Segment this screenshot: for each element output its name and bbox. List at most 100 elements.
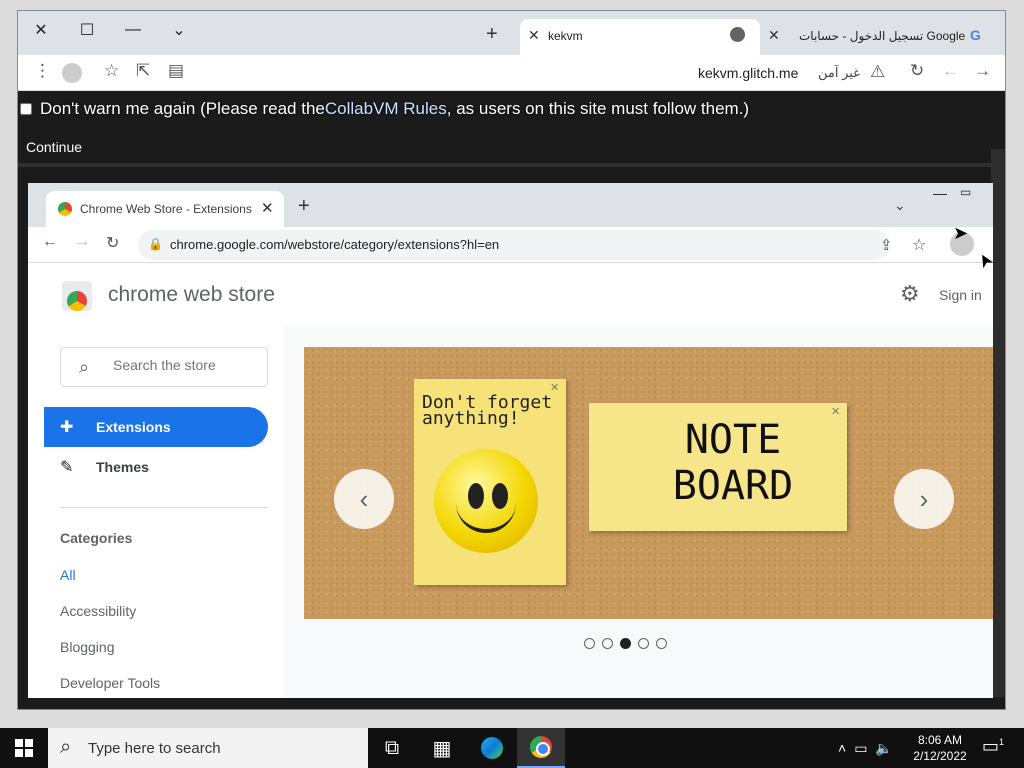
warning-text-after: , as users on this site must follow them…: [446, 99, 750, 118]
store-search-input[interactable]: [113, 357, 263, 373]
google-icon: G: [970, 27, 981, 43]
continue-button[interactable]: Continue: [26, 139, 82, 155]
close-tab-icon[interactable]: ✕: [528, 27, 540, 44]
network-icon[interactable]: ▭: [854, 740, 867, 757]
featured-banner[interactable]: ✕ Don't forget anything! ✕ NOTE BOARD ‹ …: [304, 347, 993, 619]
store-search-box[interactable]: ⌕: [60, 347, 268, 387]
sign-in-link[interactable]: Sign in: [939, 287, 982, 303]
carousel-dot[interactable]: [656, 638, 667, 649]
close-tab-icon[interactable]: ✕: [261, 199, 274, 217]
carousel-dot[interactable]: [584, 638, 595, 649]
webstore-sidebar: ⌕ ✚ Extensions ✎ Themes Categories All A…: [28, 327, 284, 698]
vm-scrollbar[interactable]: [991, 149, 1005, 697]
webstore-favicon-icon: [58, 202, 72, 216]
edge-button[interactable]: [468, 728, 516, 768]
forward-icon[interactable]: ←: [942, 61, 959, 81]
dont-warn-checkbox[interactable]: [20, 103, 32, 115]
webstore-main: ✕ Don't forget anything! ✕ NOTE BOARD ‹ …: [284, 327, 993, 698]
webstore-header: chrome web store ⚙ Sign in: [28, 263, 993, 327]
category-accessibility[interactable]: Accessibility: [60, 603, 136, 619]
chrome-icon: [530, 736, 552, 758]
brush-icon: ✎: [60, 459, 74, 476]
tab-search-icon[interactable]: ⌄: [156, 15, 202, 45]
collabvm-rules-link[interactable]: CollabVM Rules: [325, 99, 447, 119]
reload-icon[interactable]: ↻: [910, 61, 924, 81]
sidebar-item-label: Extensions: [96, 419, 171, 435]
category-all[interactable]: All: [60, 567, 76, 583]
gear-icon[interactable]: ⚙: [900, 281, 920, 307]
notification-icon[interactable]: ▭1: [982, 736, 1004, 757]
note-text: NOTE BOARD: [672, 417, 794, 509]
notification-count: 1: [999, 737, 1005, 747]
warning-icon[interactable]: ⚠: [870, 62, 885, 82]
outer-toolbar: ⋮ ☆ ⇱ ▤ kekvm.glitch.me غير آمن ⚠ ↻ ← →: [18, 55, 1005, 91]
outer-browser-window: ✕ ☐ — ⌄ + ✕ kekvm ✕ تسجيل الدخول - حسابا…: [17, 10, 1006, 710]
tab-title: kekvm: [548, 29, 583, 43]
tab-chrome-web-store[interactable]: Chrome Web Store - Extensions ✕: [46, 191, 284, 227]
carousel-dot[interactable]: [620, 638, 631, 649]
address-url[interactable]: kekvm.glitch.me: [698, 65, 798, 81]
tab-google-signin[interactable]: ✕ تسجيل الدخول - حسابات Google G: [763, 19, 993, 55]
task-view-button[interactable]: ⧉: [368, 728, 416, 768]
carousel-dot[interactable]: [638, 638, 649, 649]
profile-icon[interactable]: [62, 63, 82, 83]
category-developer-tools[interactable]: Developer Tools: [60, 675, 160, 691]
clock[interactable]: 8:06 AM 2/12/2022: [905, 732, 975, 764]
close-window-icon[interactable]: ✕: [18, 15, 64, 45]
address-url[interactable]: chrome.google.com/webstore/category/exte…: [170, 237, 499, 252]
file-explorer-icon[interactable]: ▦: [418, 728, 466, 768]
category-blogging[interactable]: Blogging: [60, 639, 115, 655]
minimize-window-icon[interactable]: —: [933, 185, 947, 201]
search-icon: ⌕: [60, 736, 72, 758]
sticky-note-board: ✕ NOTE BOARD: [589, 403, 847, 531]
chrome-button[interactable]: [517, 728, 565, 768]
sidebar-item-themes[interactable]: ✎ Themes: [44, 447, 268, 487]
tab-title: تسجيل الدخول - حسابات Google: [799, 29, 966, 43]
windows-icon: [15, 739, 33, 757]
globe-icon: [730, 27, 745, 42]
tab-search-icon[interactable]: ⌄: [894, 197, 906, 214]
smiley-mouth: [456, 499, 516, 533]
note-text: Don't forget anything!: [422, 392, 553, 429]
divider: [60, 507, 268, 508]
volume-muted-icon[interactable]: 🔈: [875, 740, 892, 757]
maximize-window-icon[interactable]: ☐: [64, 15, 110, 45]
webstore-logo-icon[interactable]: [62, 281, 92, 311]
share-icon[interactable]: ⇪: [880, 236, 893, 254]
carousel-prev-button[interactable]: ‹: [334, 469, 394, 529]
webstore-name[interactable]: chrome web store: [108, 283, 275, 307]
vm-screen-chrome-window[interactable]: Chrome Web Store - Extensions ✕ + ⌄ — ▭ …: [28, 183, 993, 698]
carousel-next-button[interactable]: ›: [894, 469, 954, 529]
lock-icon[interactable]: 🔒: [148, 237, 163, 251]
omnibox[interactable]: 🔒 chrome.google.com/webstore/category/ex…: [138, 230, 926, 260]
tab-kekvm[interactable]: ✕ kekvm: [520, 19, 760, 55]
carousel-dot[interactable]: [602, 638, 613, 649]
edge-icon: [481, 737, 503, 759]
taskbar-search[interactable]: ⌕ Type here to search: [48, 728, 368, 768]
menu-icon[interactable]: ⋮: [34, 61, 51, 81]
tab-title: Chrome Web Store - Extensions: [80, 202, 252, 216]
start-button[interactable]: [0, 728, 48, 768]
clock-time: 8:06 AM: [917, 733, 963, 747]
back-icon[interactable]: ←: [42, 233, 58, 251]
star-icon[interactable]: ☆: [912, 235, 926, 255]
chevron-up-icon[interactable]: ˄: [838, 740, 846, 756]
system-tray: ˄ ▭ 🔈: [838, 728, 893, 768]
collabvm-page: Don't warn me again (Please read the Col…: [18, 91, 1005, 709]
minimize-window-icon[interactable]: —: [110, 15, 156, 45]
puzzle-icon: ✚: [60, 419, 74, 436]
new-tab-button[interactable]: +: [486, 23, 498, 46]
translate-icon[interactable]: ▤: [168, 61, 184, 81]
maximize-window-icon[interactable]: ▭: [960, 185, 971, 199]
forward-icon[interactable]: →: [74, 233, 90, 251]
not-secure-label[interactable]: غير آمن: [818, 65, 860, 81]
back-icon[interactable]: →: [974, 61, 991, 81]
sticky-note-smiley: ✕ Don't forget anything!: [414, 379, 566, 585]
share-icon[interactable]: ⇱: [136, 61, 150, 81]
carousel-dots: [584, 638, 667, 649]
reload-icon[interactable]: ↻: [106, 233, 119, 253]
sidebar-item-extensions[interactable]: ✚ Extensions: [44, 407, 268, 447]
star-icon[interactable]: ☆: [104, 61, 119, 81]
close-tab-icon[interactable]: ✕: [768, 27, 780, 44]
new-tab-button[interactable]: +: [298, 195, 310, 218]
